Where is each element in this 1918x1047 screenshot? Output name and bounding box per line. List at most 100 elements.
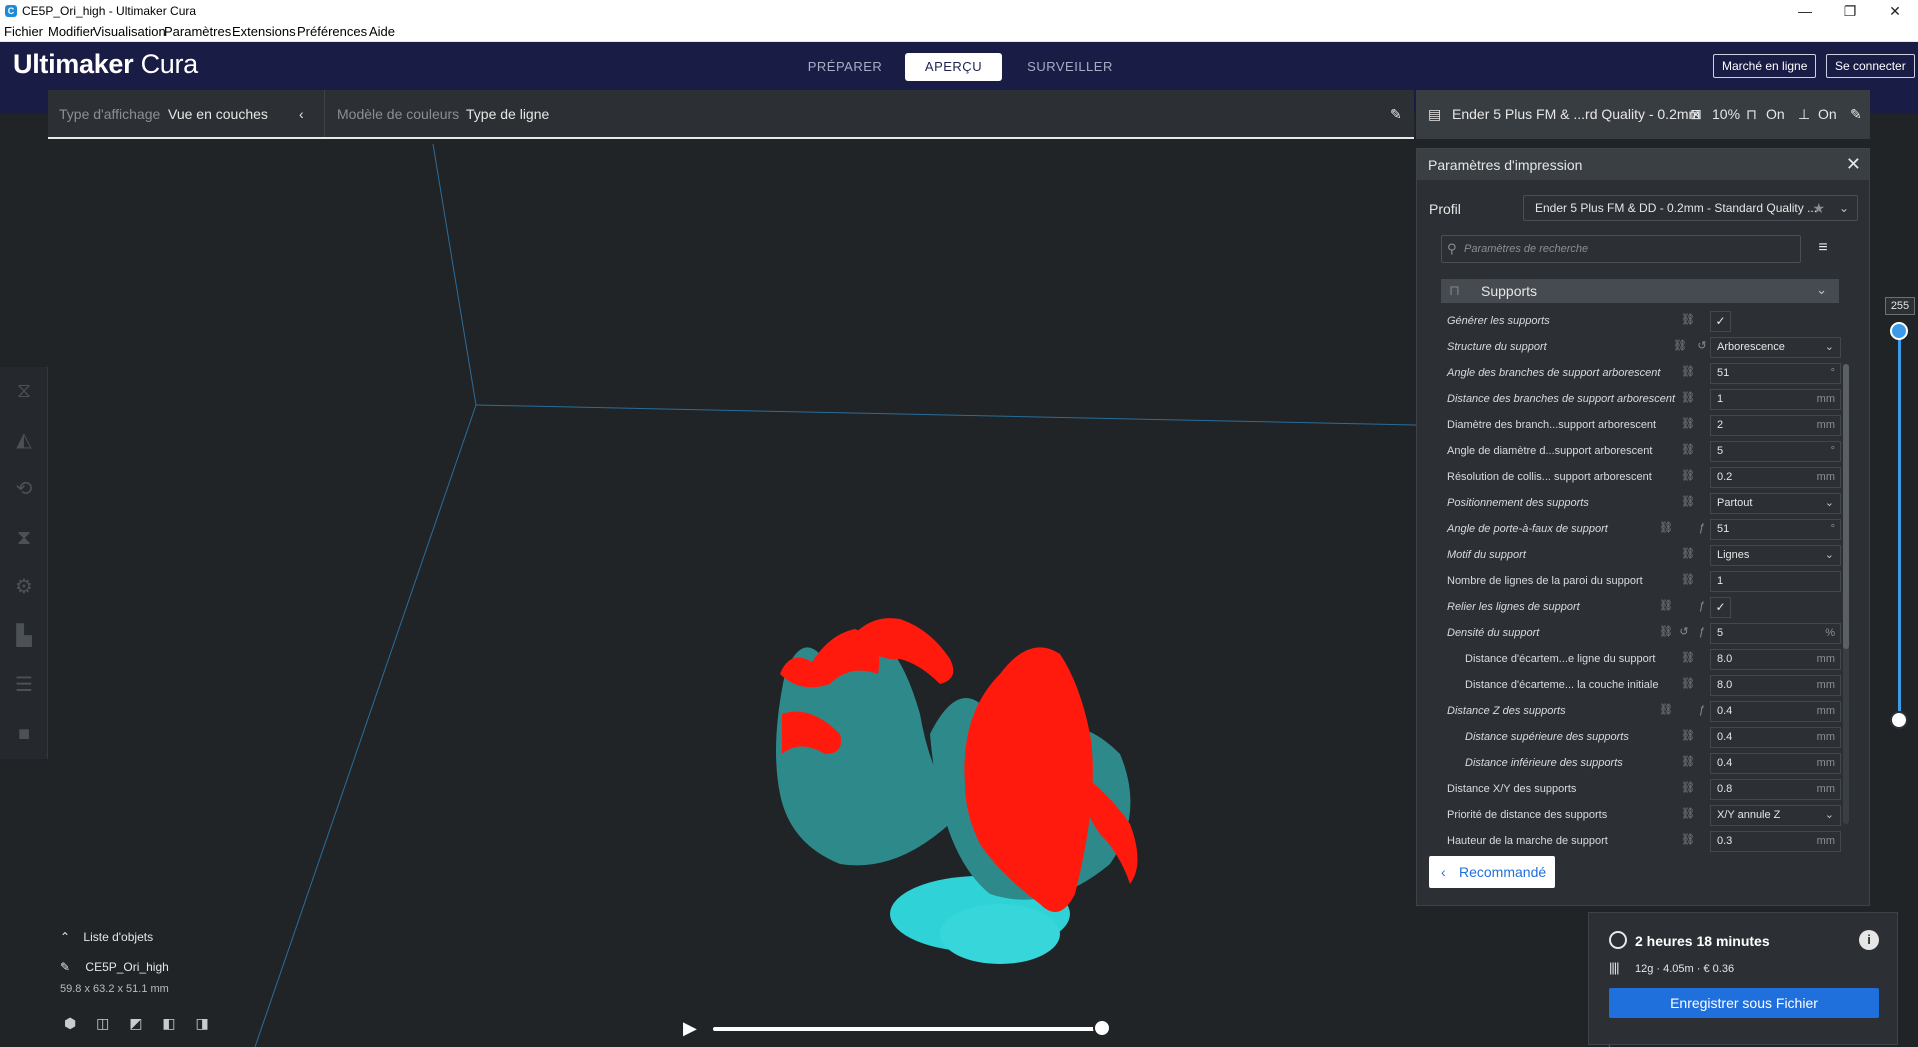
setting-row[interactable]: Relier les lignes de support ⛓ ƒ ✓: [1447, 594, 1841, 620]
support-blocker-icon[interactable]: ▙: [10, 622, 38, 650]
setting-input[interactable]: 51 °: [1710, 363, 1841, 384]
link-icon[interactable]: ⛓: [1681, 573, 1695, 587]
link-icon[interactable]: ⛓: [1681, 365, 1695, 379]
tool-icon[interactable]: ■: [10, 720, 38, 748]
setting-row[interactable]: Résolution de collis... support arboresc…: [1447, 464, 1841, 490]
color-scheme-dropdown[interactable]: Type de ligne: [466, 106, 549, 122]
setting-input[interactable]: 0.3 mm: [1710, 831, 1841, 852]
scrollbar-thumb[interactable]: [1843, 364, 1849, 649]
setting-checkbox[interactable]: ✓: [1710, 597, 1731, 618]
link-icon[interactable]: ⛓: [1681, 833, 1695, 847]
setting-row[interactable]: Priorité de distance des supports ⛓ X/Y an…: [1447, 802, 1841, 828]
signin-button[interactable]: Se connecter: [1826, 54, 1915, 78]
reset-icon[interactable]: ↺: [1695, 339, 1709, 353]
setting-row[interactable]: Distance inférieure des supports ⛓ 0.4 mm: [1447, 750, 1841, 776]
link-icon[interactable]: ⛓: [1681, 417, 1695, 431]
close-icon[interactable]: ✕: [1846, 154, 1861, 175]
setting-input[interactable]: 5%: [1710, 623, 1841, 644]
menu-modifier[interactable]: Modifier: [48, 24, 94, 39]
minimize-button[interactable]: —: [1782, 1, 1828, 21]
link-icon[interactable]: ⛓: [1681, 313, 1695, 327]
setting-dropdown[interactable]: X/Y annule Z ⌄: [1710, 805, 1841, 826]
link-icon[interactable]: ⛓: [1659, 625, 1673, 639]
menu-aide[interactable]: Aide: [369, 24, 395, 39]
setting-input[interactable]: 0.2 mm: [1710, 467, 1841, 488]
save-to-file-button[interactable]: Enregistrer sous Fichier: [1609, 988, 1879, 1018]
menu-visualisation[interactable]: Visualisation: [93, 24, 166, 39]
setting-input[interactable]: 51 °: [1710, 519, 1841, 540]
setting-input[interactable]: 5 °: [1710, 441, 1841, 462]
category-supports[interactable]: ⊓ Supports ⌄: [1441, 279, 1839, 303]
left-view-icon[interactable]: ◧: [162, 1015, 175, 1031]
object-list-toggle[interactable]: ⌃ Liste d'objets: [60, 930, 153, 944]
setting-row[interactable]: Densité du support ⛓ ƒ ↺ 5%: [1447, 620, 1841, 646]
playback-slider-handle[interactable]: [1093, 1019, 1111, 1037]
setting-row[interactable]: Distance des branches de support arbores…: [1447, 386, 1841, 412]
link-icon[interactable]: ⛓: [1659, 599, 1673, 613]
layer-slider-bottom-handle[interactable]: [1890, 711, 1908, 729]
info-icon[interactable]: i: [1859, 930, 1879, 950]
setting-row[interactable]: Distance d'écartem...e ligne du support ⛓…: [1447, 646, 1841, 672]
link-icon[interactable]: ⛓: [1659, 521, 1673, 535]
setting-row[interactable]: Distance X/Y des supports ⛓ 0.8 mm: [1447, 776, 1841, 802]
setting-input[interactable]: 0.4 mm: [1710, 701, 1841, 722]
setting-row[interactable]: Hauteur de la marche de support ⛓ 0.3 mm: [1447, 828, 1841, 854]
print-profile-summary[interactable]: Ender 5 Plus FM & ...rd Quality - 0.2mm: [1452, 106, 1700, 122]
setting-input[interactable]: 0.8 mm: [1710, 779, 1841, 800]
link-icon[interactable]: ⛓: [1681, 391, 1695, 405]
menu-extensions[interactable]: Extensions: [232, 24, 296, 39]
link-icon[interactable]: ⛓: [1681, 651, 1695, 665]
recommended-button[interactable]: ‹ Recommandé: [1429, 856, 1555, 888]
formula-icon[interactable]: ƒ: [1695, 625, 1709, 639]
link-icon[interactable]: ⛓: [1681, 469, 1695, 483]
setting-checkbox[interactable]: ✓: [1710, 311, 1731, 332]
setting-row[interactable]: Angle de porte-à-faux de support ⛓ ƒ 51 °: [1447, 516, 1841, 542]
object-entry[interactable]: ✎ CE5P_Ori_high: [60, 960, 169, 974]
layer-slider-top-handle[interactable]: [1890, 322, 1908, 340]
setting-input[interactable]: 8.0 mm: [1710, 649, 1841, 670]
move-tool-icon[interactable]: ⧖: [10, 377, 38, 405]
close-window-button[interactable]: ✕: [1872, 1, 1918, 21]
formula-icon[interactable]: ƒ: [1695, 521, 1709, 535]
setting-row[interactable]: Diamètre des branch...support arborescen…: [1447, 412, 1841, 438]
per-model-settings-icon[interactable]: ⚙: [10, 573, 38, 601]
setting-row[interactable]: Distance Z des supports ⛓ ƒ 0.4 mm: [1447, 698, 1841, 724]
tab-surveiller[interactable]: SURVEILLER: [1020, 53, 1120, 81]
menu-parametres[interactable]: Paramètres: [164, 24, 231, 39]
top-view-icon[interactable]: ◩: [129, 1015, 142, 1031]
view-type-dropdown[interactable]: Vue en couches: [168, 106, 268, 122]
front-view-icon[interactable]: ◫: [96, 1015, 109, 1031]
setting-dropdown[interactable]: Lignes ⌄: [1710, 545, 1841, 566]
setting-input[interactable]: 8.0 mm: [1710, 675, 1841, 696]
setting-row[interactable]: Positionnement des supports ⛓ Partout ⌄: [1447, 490, 1841, 516]
link-icon[interactable]: ⛓: [1681, 677, 1695, 691]
link-icon[interactable]: ⛓: [1659, 703, 1673, 717]
print-setup-bar[interactable]: ▤ Ender 5 Plus FM & ...rd Quality - 0.2m…: [1416, 90, 1870, 139]
tab-apercu[interactable]: APERÇU: [905, 53, 1002, 81]
formula-icon[interactable]: ƒ: [1695, 599, 1709, 613]
3d-view-icon[interactable]: ⬢: [64, 1015, 76, 1031]
link-icon[interactable]: ⛓: [1681, 547, 1695, 561]
menu-fichier[interactable]: Fichier: [4, 24, 43, 39]
setting-row[interactable]: Angle de diamètre d...support arborescen…: [1447, 438, 1841, 464]
link-icon[interactable]: ⛓: [1681, 781, 1695, 795]
playback-slider-track[interactable]: [713, 1027, 1103, 1031]
setting-dropdown[interactable]: Arborescence ⌄: [1710, 337, 1841, 358]
link-icon[interactable]: ⛓: [1681, 755, 1695, 769]
sliced-model[interactable]: [776, 618, 1138, 964]
settings-menu-icon[interactable]: ≡: [1814, 239, 1832, 257]
maximize-button[interactable]: ❐: [1827, 1, 1873, 21]
setting-row[interactable]: Distance d'écarteme... la couche initial…: [1447, 672, 1841, 698]
setting-row[interactable]: Structure du support ⛓ ↺ Arborescence ⌄: [1447, 334, 1841, 360]
right-view-icon[interactable]: ◨: [196, 1015, 209, 1031]
pencil-icon[interactable]: ✎: [1390, 106, 1402, 123]
setting-input[interactable]: 0.4 mm: [1710, 727, 1841, 748]
custom-supports-icon[interactable]: ☰: [10, 671, 38, 699]
profile-dropdown[interactable]: Ender 5 Plus FM & DD - 0.2mm - Standard …: [1523, 195, 1858, 221]
setting-input[interactable]: 0.4 mm: [1710, 753, 1841, 774]
play-icon[interactable]: ▶: [683, 1018, 701, 1038]
setting-row[interactable]: Angle des branches de support arborescen…: [1447, 360, 1841, 386]
setting-input[interactable]: 1: [1710, 571, 1841, 592]
setting-row[interactable]: Distance supérieure des supports ⛓ 0.4 mm: [1447, 724, 1841, 750]
setting-dropdown[interactable]: Partout ⌄: [1710, 493, 1841, 514]
